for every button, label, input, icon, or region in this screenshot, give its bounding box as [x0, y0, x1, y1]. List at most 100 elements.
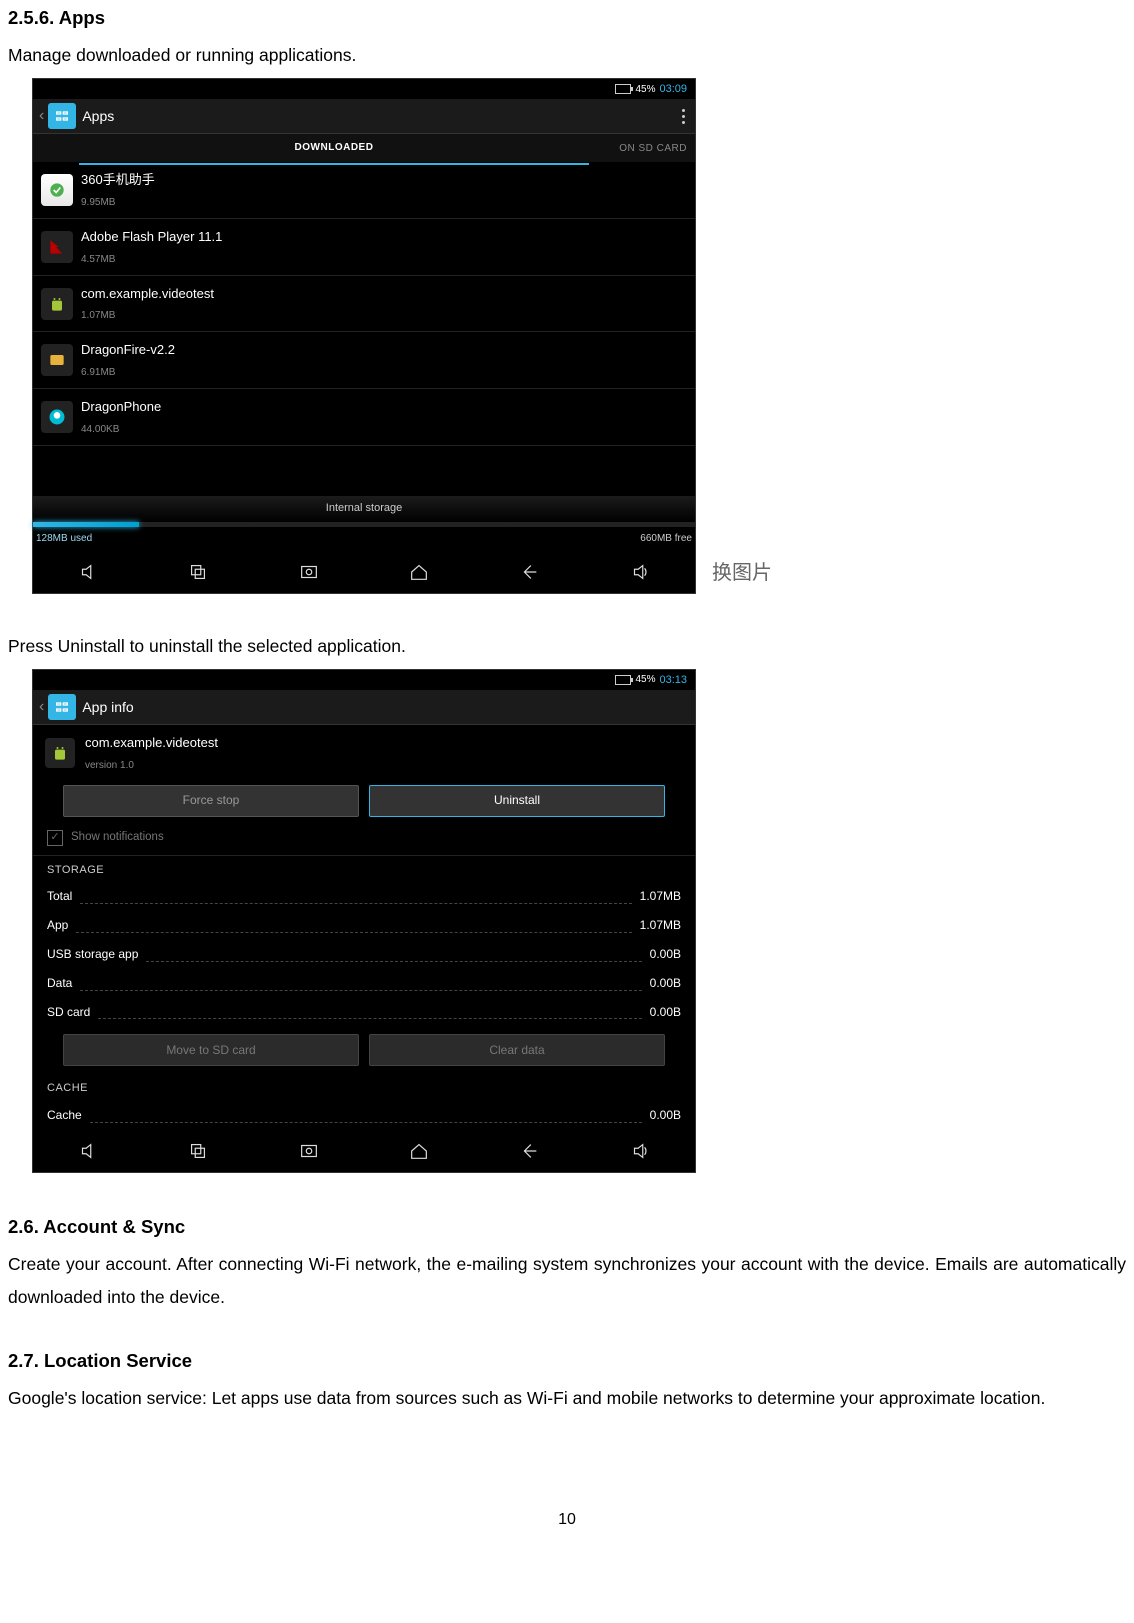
- status-time: 03:13: [659, 670, 687, 691]
- storage-free: 660MB free: [640, 529, 692, 548]
- recent-apps-icon[interactable]: [178, 561, 218, 583]
- app-name: com.example.videotest: [85, 731, 218, 756]
- navbar: [33, 551, 695, 593]
- storage-row: USB storage app 0.00B: [33, 940, 695, 969]
- screenshot-app-info: 45% 03:13 ‹ App info com.example.videote…: [32, 669, 696, 1173]
- paragraph-2-7: Google's location service: Let apps use …: [8, 1382, 1126, 1415]
- home-icon[interactable]: [399, 561, 439, 583]
- titlebar: ‹ App info: [33, 690, 695, 725]
- app-name: DragonFire-v2.2: [81, 338, 175, 363]
- volume-up-icon[interactable]: [620, 1140, 660, 1162]
- app-icon: [41, 231, 73, 263]
- volume-down-icon[interactable]: [68, 1140, 108, 1162]
- app-size: 1.07MB: [81, 306, 214, 325]
- battery-icon: [615, 675, 631, 685]
- screenshot-apps-list: 45% 03:09 ‹ Apps DOWNLOADED ON SD CARD 3…: [32, 78, 696, 593]
- storage-value: 1.07MB: [640, 914, 681, 937]
- recent-apps-icon[interactable]: [178, 1140, 218, 1162]
- app-list-item[interactable]: 360手机助手 9.95MB: [33, 162, 695, 219]
- cache-key: Cache: [47, 1104, 82, 1127]
- app-name: Adobe Flash Player 11.1: [81, 225, 222, 250]
- storage-button-row: Move to SD card Clear data: [33, 1026, 695, 1074]
- screenshot-icon[interactable]: [289, 1140, 329, 1162]
- volume-down-icon[interactable]: [68, 561, 108, 583]
- storage-row: Total 1.07MB: [33, 882, 695, 911]
- storage-key: Data: [47, 972, 72, 995]
- storage-label: Internal storage: [33, 496, 695, 522]
- app-list-item[interactable]: DragonPhone 44.00KB: [33, 389, 695, 446]
- battery-icon: [615, 84, 631, 94]
- app-icon: [41, 288, 73, 320]
- storage-key: USB storage app: [47, 943, 138, 966]
- volume-up-icon[interactable]: [620, 561, 660, 583]
- app-icon: [41, 174, 73, 206]
- heading-2-7: 2.7. Location Service: [8, 1343, 1126, 1378]
- back-chevron-icon[interactable]: ‹: [39, 692, 44, 722]
- screen-title: Apps: [82, 103, 672, 130]
- checkbox-icon: ✓: [47, 830, 63, 846]
- paragraph-2-5-6: Manage downloaded or running application…: [8, 39, 1126, 72]
- app-list-item[interactable]: DragonFire-v2.2 6.91MB: [33, 332, 695, 389]
- overflow-menu-icon[interactable]: [678, 105, 689, 128]
- storage-row: App 1.07MB: [33, 911, 695, 940]
- settings-icon-chip[interactable]: [48, 103, 76, 129]
- section-header-storage: STORAGE: [33, 856, 695, 883]
- storage-value: 0.00B: [650, 943, 681, 966]
- storage-row: Data 0.00B: [33, 969, 695, 998]
- titlebar: ‹ Apps: [33, 99, 695, 134]
- storage-key: Total: [47, 885, 72, 908]
- cache-value: 0.00B: [650, 1104, 681, 1127]
- tab-on-sd-card[interactable]: ON SD CARD: [589, 133, 695, 164]
- battery-percent: 45%: [635, 80, 655, 99]
- storage-used: 128MB used: [36, 529, 92, 548]
- app-size: 4.57MB: [81, 250, 222, 269]
- paragraph-2-6: Create your account. After connecting Wi…: [8, 1248, 1126, 1315]
- status-time: 03:09: [659, 79, 687, 100]
- app-size: 9.95MB: [81, 193, 155, 212]
- storage-value: 0.00B: [650, 1001, 681, 1024]
- action-button-row: Force stop Uninstall: [33, 781, 695, 825]
- storage-row: SD card 0.00B: [33, 998, 695, 1027]
- app-size: 6.91MB: [81, 363, 175, 382]
- heading-2-6: 2.6. Account & Sync: [8, 1209, 1126, 1244]
- uninstall-button[interactable]: Uninstall: [369, 785, 665, 817]
- app-list-item[interactable]: Adobe Flash Player 11.1 4.57MB: [33, 219, 695, 276]
- back-icon[interactable]: [509, 561, 549, 583]
- section-header-cache: CACHE: [33, 1074, 695, 1101]
- battery-percent: 45%: [635, 670, 655, 689]
- app-name: 360手机助手: [81, 168, 155, 193]
- app-size: 44.00KB: [81, 420, 161, 439]
- app-version: version 1.0: [85, 756, 218, 775]
- cache-row: Cache 0.00B: [33, 1101, 695, 1130]
- show-notifications-row[interactable]: ✓ Show notifications: [33, 825, 695, 856]
- storage-key: SD card: [47, 1001, 90, 1024]
- app-name: com.example.videotest: [81, 282, 214, 307]
- storage-key: App: [47, 914, 68, 937]
- app-list-item[interactable]: com.example.videotest 1.07MB: [33, 276, 695, 333]
- side-note-label: 换图片: [712, 554, 772, 592]
- storage-value: 0.00B: [650, 972, 681, 995]
- force-stop-button[interactable]: Force stop: [63, 785, 359, 817]
- app-icon: [45, 738, 75, 768]
- clear-data-button[interactable]: Clear data: [369, 1034, 665, 1066]
- show-notifications-label: Show notifications: [71, 827, 164, 849]
- settings-icon-chip[interactable]: [48, 694, 76, 720]
- back-icon[interactable]: [509, 1140, 549, 1162]
- back-chevron-icon[interactable]: ‹: [39, 101, 44, 131]
- screenshot1-wrapper: 45% 03:09 ‹ Apps DOWNLOADED ON SD CARD 3…: [32, 78, 694, 593]
- home-icon[interactable]: [399, 1140, 439, 1162]
- screenshot-icon[interactable]: [289, 561, 329, 583]
- status-bar: 45% 03:13: [33, 670, 695, 690]
- screen-title: App info: [82, 694, 689, 721]
- navbar: [33, 1130, 695, 1172]
- app-icon: [41, 344, 73, 376]
- app-icon: [41, 401, 73, 433]
- storage-value: 1.07MB: [640, 885, 681, 908]
- tab-downloaded[interactable]: DOWNLOADED: [79, 132, 589, 165]
- storage-indicator: Internal storage 128MB used 660MB free: [33, 496, 695, 551]
- move-to-sd-button[interactable]: Move to SD card: [63, 1034, 359, 1066]
- page-number: 10: [8, 1505, 1126, 1535]
- app-header: com.example.videotest version 1.0: [33, 725, 695, 781]
- tab-strip: DOWNLOADED ON SD CARD: [33, 134, 695, 162]
- heading-2-5-6: 2.5.6. Apps: [8, 0, 1126, 35]
